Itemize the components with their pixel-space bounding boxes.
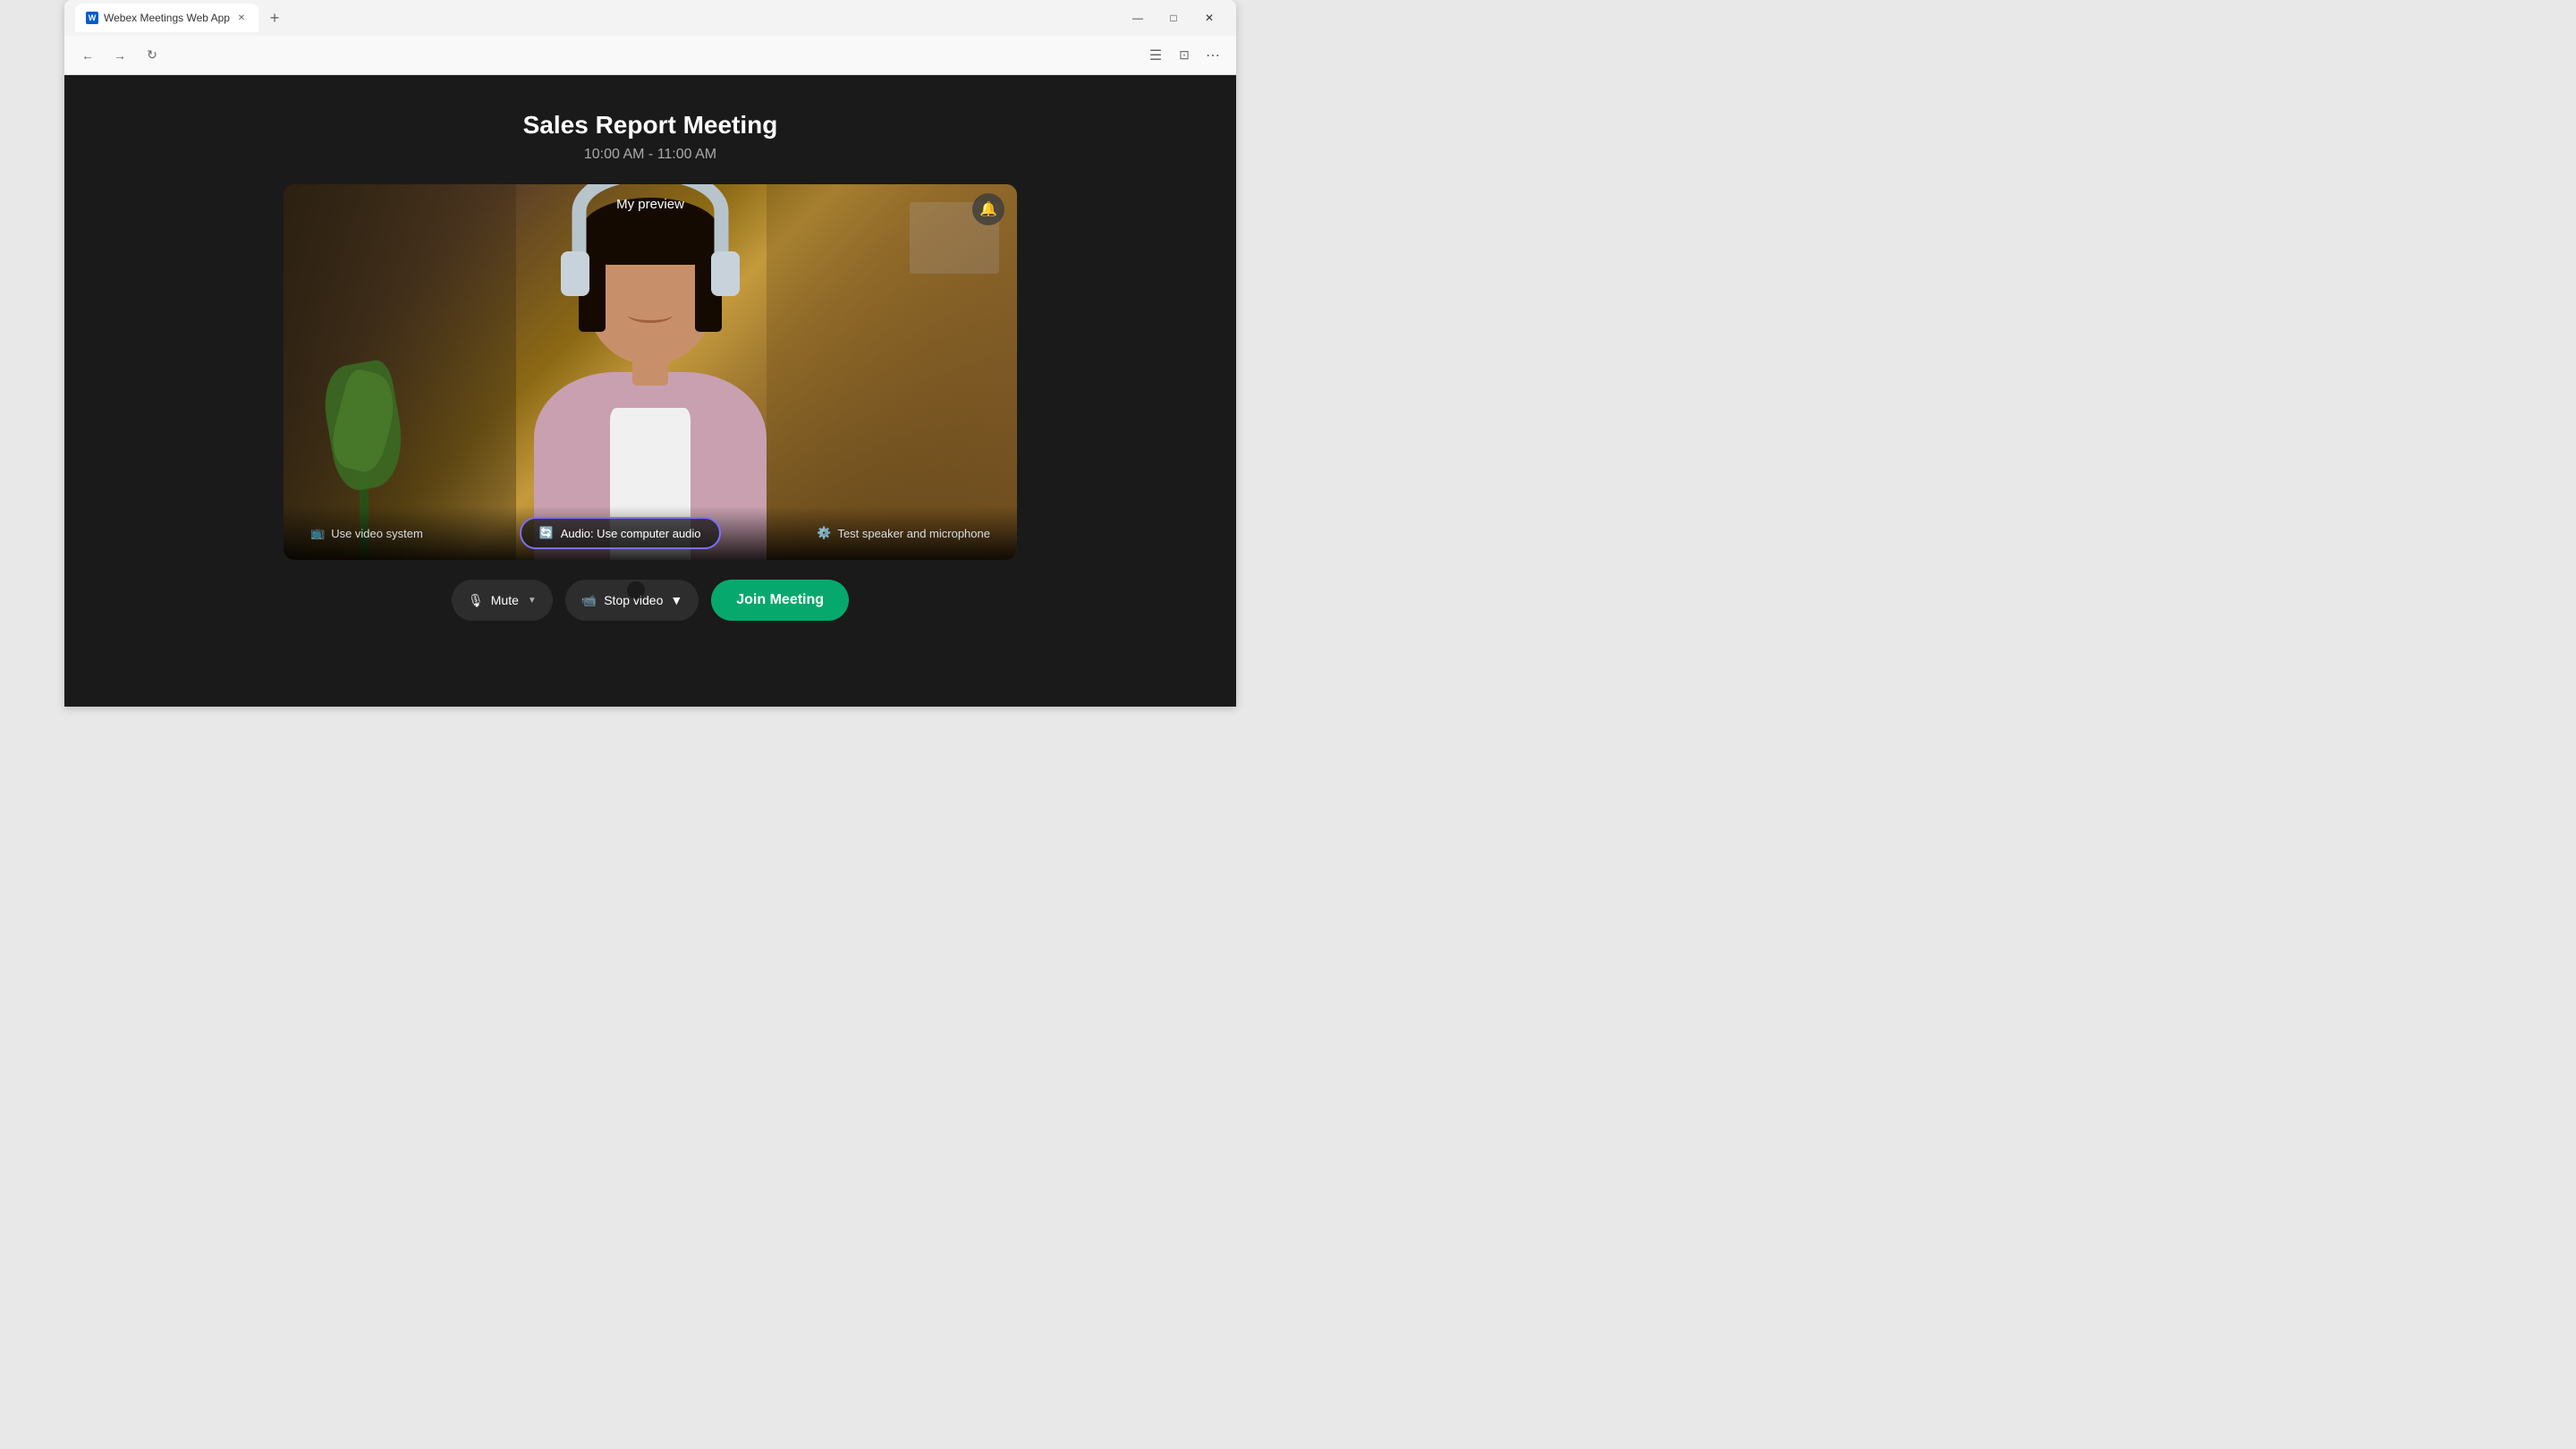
window-controls: — □ ✕ xyxy=(1122,5,1225,30)
audio-icon: 🔄 xyxy=(539,526,554,540)
bottom-action-bar: 🎙 Mute ▼ 📹 Stop video ▼ Join Meeting xyxy=(452,580,849,621)
join-meeting-button[interactable]: Join Meeting xyxy=(711,580,849,621)
tab-bar: W Webex Meetings Web App ✕ + xyxy=(75,4,1114,32)
title-bar: W Webex Meetings Web App ✕ + — □ ✕ xyxy=(64,0,1236,36)
mute-chevron-icon: ▼ xyxy=(528,596,537,606)
toolbar: ← → ↻ ☰ ⊡ ⋯ xyxy=(64,36,1236,75)
video-system-icon: 📺 xyxy=(310,526,325,540)
preview-label: My preview xyxy=(616,197,684,212)
camera-icon: 📹 xyxy=(581,593,597,608)
video-bottom-controls: 📺 Use video system 🔄 Audio: Use computer… xyxy=(284,506,1017,560)
gear-icon: ⚙️ xyxy=(817,526,831,540)
use-video-system-control[interactable]: 📺 Use video system xyxy=(310,526,423,540)
close-button[interactable]: ✕ xyxy=(1193,5,1225,30)
audio-label: Audio: Use computer audio xyxy=(561,527,701,540)
video-preview-bg xyxy=(284,184,1017,560)
minimize-button[interactable]: — xyxy=(1122,5,1154,30)
stop-video-button[interactable]: 📹 Stop video ▼ xyxy=(565,580,699,621)
maximize-button[interactable]: □ xyxy=(1157,5,1190,30)
more-button[interactable]: ⋯ xyxy=(1200,43,1225,68)
audio-indicator[interactable]: 🔔 xyxy=(972,193,1004,225)
back-button[interactable]: ← xyxy=(75,43,100,68)
menu-button[interactable]: ☰ xyxy=(1143,43,1168,68)
toolbar-right: ☰ ⊡ ⋯ xyxy=(1143,43,1225,68)
use-video-system-label: Use video system xyxy=(331,527,423,540)
left-panel xyxy=(284,184,516,560)
audio-computer-button[interactable]: 🔄 Audio: Use computer audio xyxy=(520,517,721,549)
test-speaker-label: Test speaker and microphone xyxy=(837,527,990,540)
new-tab-button[interactable]: + xyxy=(262,5,287,30)
tab-close-button[interactable]: ✕ xyxy=(235,12,248,24)
active-tab[interactable]: W Webex Meetings Web App ✕ xyxy=(75,4,258,32)
tab-favicon: W xyxy=(86,12,98,24)
mute-label: Mute xyxy=(491,593,519,607)
sidebar-button[interactable]: ⊡ xyxy=(1172,43,1197,68)
audio-indicator-icon: 🔔 xyxy=(979,200,997,218)
meeting-title: Sales Report Meeting xyxy=(523,111,778,140)
mute-button[interactable]: 🎙 Mute ▼ xyxy=(452,580,553,621)
test-speaker-control[interactable]: ⚙️ Test speaker and microphone xyxy=(817,526,990,540)
tab-title: Webex Meetings Web App xyxy=(104,12,230,24)
meeting-time: 10:00 AM - 11:00 AM xyxy=(584,147,716,163)
refresh-button[interactable]: ↻ xyxy=(140,43,165,68)
browser-window: W Webex Meetings Web App ✕ + — □ ✕ ← → ↻… xyxy=(64,0,1236,707)
app-content: Sales Report Meeting 10:00 AM - 11:00 AM xyxy=(64,75,1236,707)
forward-button[interactable]: → xyxy=(107,43,132,68)
mic-icon: 🎙 xyxy=(468,593,484,608)
video-preview-container: My preview 🔔 📺 Use video system 🔄 Audio:… xyxy=(284,184,1017,560)
stop-video-label: Stop video xyxy=(604,593,663,607)
video-chevron-icon: ▼ xyxy=(670,593,682,607)
